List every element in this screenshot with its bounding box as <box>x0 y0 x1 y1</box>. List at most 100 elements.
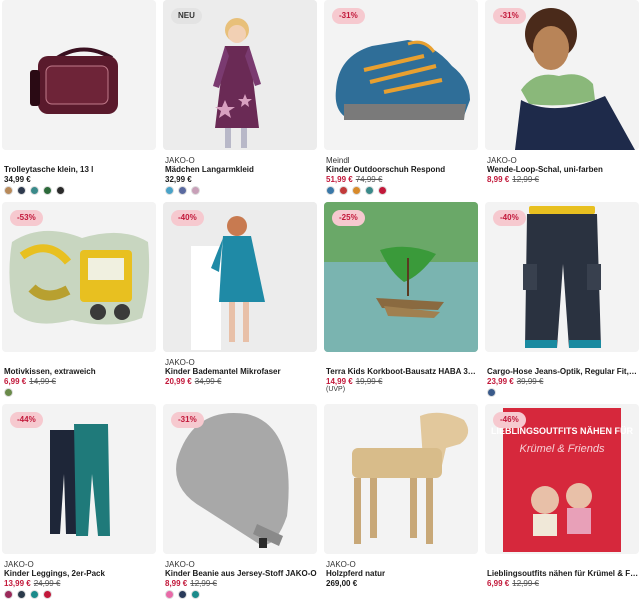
color-swatches <box>165 590 200 599</box>
color-swatches <box>4 388 13 397</box>
product-name[interactable]: Kinder Beanie aus Jersey-Stoff JAKO-O <box>165 569 317 578</box>
color-swatch[interactable] <box>178 186 187 195</box>
product-brand: JAKO-O <box>487 156 517 165</box>
color-swatch[interactable] <box>56 186 65 195</box>
product-brand: Meindl <box>326 156 350 165</box>
beanie-image[interactable]: -31% <box>163 404 317 554</box>
color-swatch[interactable] <box>17 186 26 195</box>
current-price: 6,99 € <box>487 579 510 588</box>
current-price: 34,99 € <box>4 175 31 184</box>
product-name[interactable]: Kinder Outdoorschuh Respond <box>326 165 478 174</box>
discount-badge: -53% <box>10 210 43 226</box>
product-name[interactable]: Mädchen Langarmkleid <box>165 165 317 174</box>
old-price: 34,99 € <box>194 377 222 386</box>
color-swatch[interactable] <box>326 186 335 195</box>
product-brand: JAKO-O <box>165 156 195 165</box>
product-prices: 269,00 € <box>326 579 357 588</box>
product-name[interactable]: Terra Kids Korkboot-Bausatz HABA 304... <box>326 367 478 376</box>
product-name[interactable]: Kinder Bademantel Mikrofaser <box>165 367 317 376</box>
color-swatch[interactable] <box>191 590 200 599</box>
old-price: 74,99 € <box>355 175 383 184</box>
color-swatch[interactable] <box>30 186 39 195</box>
dress-image[interactable]: NEU <box>163 0 317 150</box>
color-swatch[interactable] <box>191 186 200 195</box>
current-price: 269,00 € <box>326 579 358 588</box>
product-card[interactable]: -31% JAKO-O Wende-Loop-Schal, uni-farben 8,… <box>485 0 639 200</box>
color-swatch[interactable] <box>4 590 13 599</box>
color-swatch[interactable] <box>43 186 52 195</box>
product-prices: 8,99 €12,99 € <box>487 175 539 184</box>
color-swatches <box>4 590 52 599</box>
product-card[interactable]: NEU JAKO-O Mädchen Langarmkleid 32,99 € <box>163 0 317 200</box>
boat-image[interactable]: -25% <box>324 202 478 352</box>
product-prices: 6,99 €12,99 € <box>487 579 539 588</box>
product-name[interactable]: Trolleytasche klein, 13 l <box>4 165 156 174</box>
bathrobe-image[interactable]: -40% <box>163 202 317 352</box>
old-price: 19,99 € <box>355 377 383 386</box>
product-prices: 6,99 €14,99 € <box>4 377 56 386</box>
product-name[interactable]: Holzpferd natur <box>326 569 478 578</box>
product-card[interactable]: Trolleytasche klein, 13 l 34,99 € <box>2 0 156 200</box>
product-card[interactable]: -53% Motivkissen, extraweich 6,99 €14,99 € <box>2 202 156 402</box>
leggings-image[interactable]: -44% <box>2 404 156 554</box>
current-price: 14,99 € <box>326 377 353 386</box>
discount-badge: -31% <box>332 8 365 24</box>
old-price: 24,99 € <box>33 579 61 588</box>
product-brand: JAKO-O <box>165 358 195 367</box>
product-prices: 8,99 €12,99 € <box>165 579 217 588</box>
product-name[interactable]: Cargo-Hose Jeans-Optik, Regular Fit, J..… <box>487 367 639 376</box>
product-prices: 34,99 € <box>4 175 31 184</box>
shoe-image[interactable]: -31% <box>324 0 478 150</box>
product-brand: JAKO-O <box>326 560 356 569</box>
current-price: 51,99 € <box>326 175 353 184</box>
horse-image[interactable] <box>324 404 478 554</box>
pillow-image[interactable]: -53% <box>2 202 156 352</box>
color-swatch[interactable] <box>165 186 174 195</box>
bag-image[interactable] <box>2 0 156 150</box>
color-swatch[interactable] <box>365 186 374 195</box>
product-card[interactable]: -40% Cargo-Hose Jeans-Optik, Regular Fit,… <box>485 202 639 402</box>
scarf-image[interactable]: -31% <box>485 0 639 150</box>
product-name[interactable]: Lieblingsoutfits nähen für Krümel & Fri.… <box>487 569 639 578</box>
book-image[interactable]: LIEBLINGSOUTFITS NÄHEN FÜR Krümel & Frien… <box>485 404 639 554</box>
product-name[interactable]: Kinder Leggings, 2er-Pack <box>4 569 156 578</box>
product-card[interactable]: -44% JAKO-O Kinder Leggings, 2er-Pack 13,99… <box>2 404 156 604</box>
product-card[interactable]: -40% JAKO-O Kinder Bademantel Mikrofaser 20… <box>163 202 317 402</box>
product-card[interactable]: LIEBLINGSOUTFITS NÄHEN FÜR Krümel & Frien… <box>485 404 639 604</box>
old-price: 12,99 € <box>512 579 539 588</box>
discount-badge: -31% <box>171 412 204 428</box>
old-price: 12,99 € <box>512 175 539 184</box>
product-name[interactable]: Wende-Loop-Schal, uni-farben <box>487 165 639 174</box>
product-name[interactable]: Motivkissen, extraweich <box>4 367 156 376</box>
book-subtitle: Krümel & Friends <box>520 443 605 455</box>
new-badge: NEU <box>171 8 202 24</box>
pants-image[interactable]: -40% <box>485 202 639 352</box>
color-swatch[interactable] <box>352 186 361 195</box>
product-prices: 51,99 €74,99 € <box>326 175 382 184</box>
discount-badge: -44% <box>10 412 43 428</box>
product-card[interactable]: -31% JAKO-O Kinder Beanie aus Jersey-Stoff… <box>163 404 317 604</box>
product-card[interactable]: JAKO-O Holzpferd natur 269,00 € <box>324 404 478 604</box>
color-swatch[interactable] <box>178 590 187 599</box>
color-swatches <box>4 186 65 195</box>
current-price: 6,99 € <box>4 377 27 386</box>
color-swatch[interactable] <box>43 590 52 599</box>
old-price: 12,99 € <box>190 579 217 588</box>
current-price: 23,99 € <box>487 377 514 386</box>
color-swatch[interactable] <box>378 186 387 195</box>
current-price: 20,99 € <box>165 377 192 386</box>
product-brand: JAKO-O <box>4 560 34 569</box>
color-swatch[interactable] <box>4 388 13 397</box>
product-card[interactable]: -25% Terra Kids Korkboot-Bausatz HABA 304… <box>324 202 478 402</box>
color-swatch[interactable] <box>17 590 26 599</box>
color-swatch[interactable] <box>4 186 13 195</box>
product-brand: JAKO-O <box>165 560 195 569</box>
discount-badge: -25% <box>332 210 365 226</box>
color-swatch[interactable] <box>30 590 39 599</box>
color-swatch[interactable] <box>165 590 174 599</box>
old-price: 39,99 € <box>516 377 544 386</box>
product-card[interactable]: -31% Meindl Kinder Outdoorschuh Respond 51,… <box>324 0 478 200</box>
color-swatch[interactable] <box>339 186 348 195</box>
color-swatch[interactable] <box>487 388 496 397</box>
product-prices: 14,99 €19,99 € <box>326 377 382 386</box>
